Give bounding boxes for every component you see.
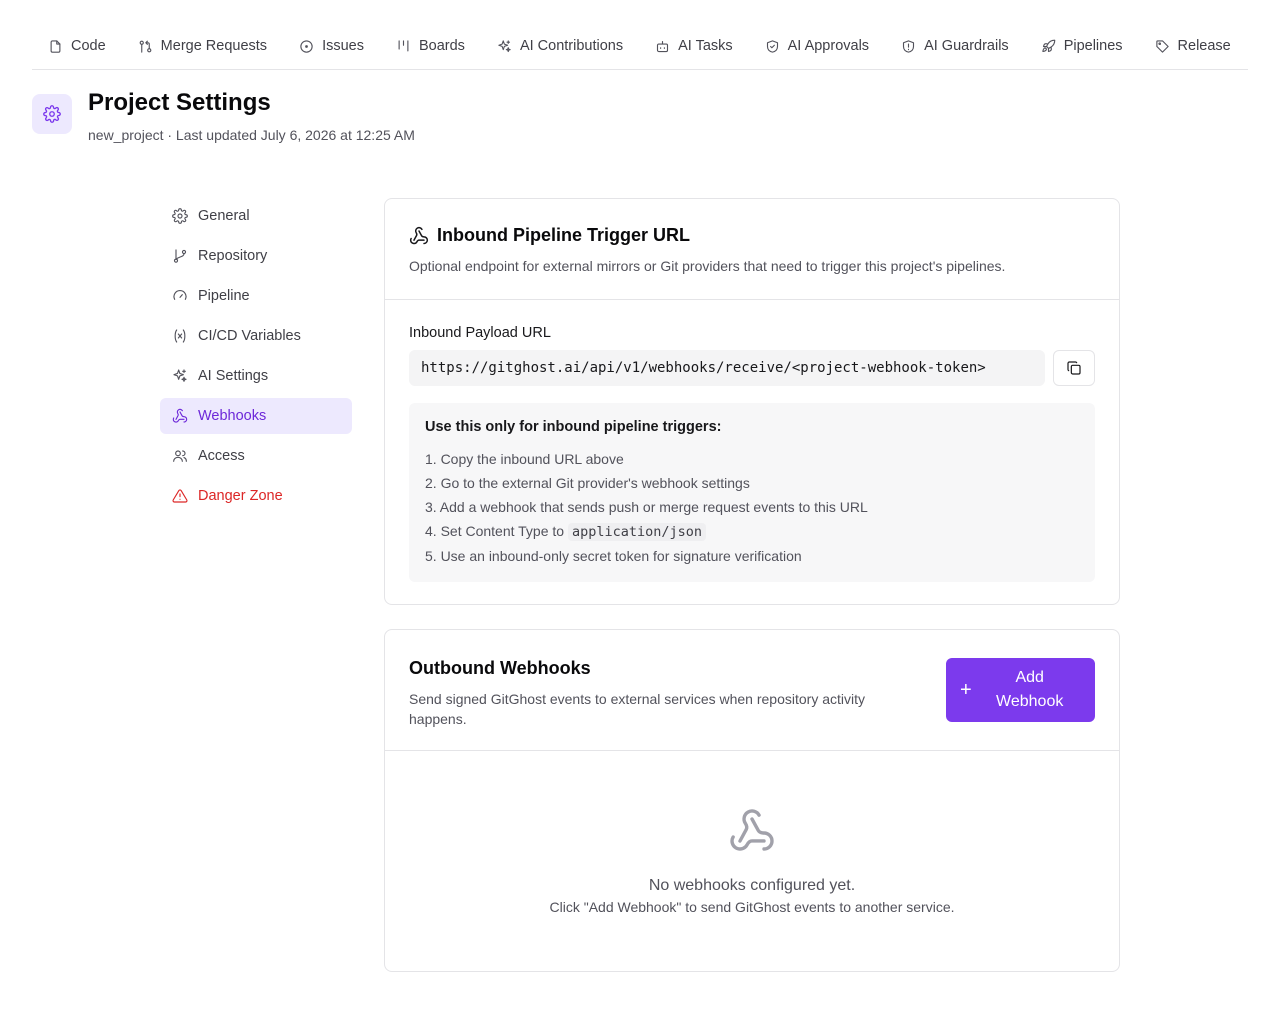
tab-label: Release — [1177, 38, 1231, 54]
rocket-icon — [1042, 39, 1055, 52]
gauge-icon — [173, 290, 187, 300]
instructions-title: Use this only for inbound pipeline trigg… — [425, 419, 722, 435]
tab-ai-guardrails[interactable]: AI Guardrails — [885, 22, 1025, 69]
sidebar-item-label: Danger Zone — [198, 488, 283, 504]
webhook-icon — [730, 809, 774, 851]
empty-state-title: No webhooks configured yet. — [648, 877, 856, 894]
sparkles-icon — [173, 369, 187, 382]
tag-icon — [1155, 39, 1169, 53]
tab-label: AI Approvals — [787, 38, 870, 54]
instruction-step: 1. Copy the inbound URL above — [425, 451, 624, 467]
sidebar-item-label: Pipeline — [198, 288, 250, 304]
users-icon — [173, 450, 187, 462]
payload-url-label: Inbound Payload URL — [409, 325, 551, 341]
merge-icon — [139, 40, 152, 53]
variable-icon — [174, 329, 186, 343]
tab-label: Issues — [322, 38, 364, 54]
card-title: Outbound Webhooks — [409, 658, 591, 678]
tab-boards[interactable]: Boards — [380, 22, 481, 69]
tab-label: Merge Requests — [160, 38, 268, 54]
sidebar-item-label: Access — [198, 448, 245, 464]
sidebar-item-pipeline[interactable]: Pipeline — [160, 278, 352, 314]
sidebar-item-access[interactable]: Access — [160, 438, 352, 474]
inbound-trigger-card: Inbound Pipeline Trigger URL Optional en… — [384, 198, 1120, 605]
tab-ai-tasks[interactable]: AI Tasks — [639, 22, 749, 69]
tab-issues[interactable]: Issues — [283, 22, 380, 69]
empty-state: No webhooks configured yet. Click "Add W… — [385, 751, 1119, 915]
boards-icon — [398, 39, 409, 51]
webhook-icon — [172, 408, 188, 423]
instruction-step: 2. Go to the external Git provider's web… — [425, 475, 750, 491]
tab-release[interactable]: Release — [1139, 22, 1247, 69]
sidebar-item-webhooks[interactable]: Webhooks — [160, 398, 352, 434]
instruction-step-text: 4. Set Content Type to — [425, 523, 565, 539]
card-description: Optional endpoint for external mirrors o… — [409, 258, 1006, 274]
sidebar-item-label: AI Settings — [198, 368, 269, 384]
gear-icon — [172, 208, 188, 224]
card-header: Outbound Webhooks Send signed GitGhost e… — [385, 630, 1119, 751]
page-header: Project Settings new_project · Last upda… — [32, 90, 415, 144]
sidebar-item-repository[interactable]: Repository — [160, 238, 352, 274]
gear-icon — [43, 105, 61, 123]
shield-check-icon — [766, 39, 778, 53]
instruction-step: 3. Add a webhook that sends push or merg… — [425, 499, 868, 515]
outbound-webhooks-card: Outbound Webhooks Send signed GitGhost e… — [384, 629, 1120, 972]
empty-state-description: Click "Add Webhook" to send GitGhost eve… — [549, 899, 955, 915]
sidebar-item-cicd-variables[interactable]: CI/CD Variables — [160, 318, 352, 354]
tab-label: AI Tasks — [678, 38, 733, 54]
tab-ai-approvals[interactable]: AI Approvals — [749, 22, 885, 69]
sparkles-icon — [498, 39, 511, 52]
tab-pipelines[interactable]: Pipelines — [1025, 22, 1139, 69]
instructions-box: Use this only for inbound pipeline trigg… — [409, 403, 1095, 582]
tab-ai-contributions[interactable]: AI Contributions — [481, 22, 639, 69]
copy-url-button[interactable] — [1053, 350, 1095, 386]
sidebar-item-danger-zone[interactable]: Danger Zone — [160, 478, 352, 514]
card-header: Inbound Pipeline Trigger URL Optional en… — [385, 199, 1119, 300]
tab-label: AI Guardrails — [924, 38, 1009, 54]
tab-merge-requests[interactable]: Merge Requests — [122, 22, 283, 69]
instruction-step: 5. Use an inbound-only secret token for … — [425, 548, 802, 564]
settings-sidebar: General Repository Pipeline CI/CD Variab… — [160, 198, 352, 518]
bot-icon — [657, 40, 669, 52]
card-title: Inbound Pipeline Trigger URL — [437, 225, 691, 245]
sidebar-item-label: Webhooks — [198, 408, 267, 424]
sidebar-item-label: CI/CD Variables — [198, 328, 301, 344]
plus-icon: + — [960, 679, 972, 701]
content-type-code: application/json — [567, 523, 706, 541]
tab-code[interactable]: Code — [32, 22, 122, 69]
tab-label: Boards — [418, 38, 465, 54]
payload-url-field[interactable]: https://gitghost.ai/api/v1/webhooks/rece… — [409, 350, 1045, 386]
page-subtitle: new_project · Last updated July 6, 2026 … — [88, 127, 415, 143]
webhook-icon — [409, 226, 428, 244]
issue-circle-icon — [300, 39, 313, 53]
file-icon — [50, 39, 61, 53]
warning-triangle-icon — [172, 489, 188, 503]
top-navigation: Code Merge Requests Issues Boards AI Con… — [32, 22, 1248, 70]
sidebar-item-ai-settings[interactable]: AI Settings — [160, 358, 352, 394]
page-title: Project Settings — [88, 89, 271, 116]
card-description: Send signed GitGhost events to external … — [409, 691, 865, 727]
copy-icon — [1067, 361, 1081, 375]
instruction-step: 4. Set Content Type to application/json — [425, 519, 1079, 544]
git-branch-icon — [173, 249, 187, 263]
sidebar-item-label: General — [198, 208, 250, 224]
add-webhook-button[interactable]: + Add Webhook — [946, 658, 1095, 722]
sidebar-item-general[interactable]: General — [160, 198, 352, 234]
tab-label: AI Contributions — [519, 38, 624, 54]
sidebar-item-label: Repository — [198, 248, 268, 264]
add-webhook-label: Add Webhook — [996, 669, 1064, 710]
shield-alert-icon — [903, 39, 915, 53]
tab-label: Pipelines — [1063, 38, 1123, 54]
settings-badge — [32, 94, 72, 134]
tab-label: Code — [71, 38, 106, 54]
